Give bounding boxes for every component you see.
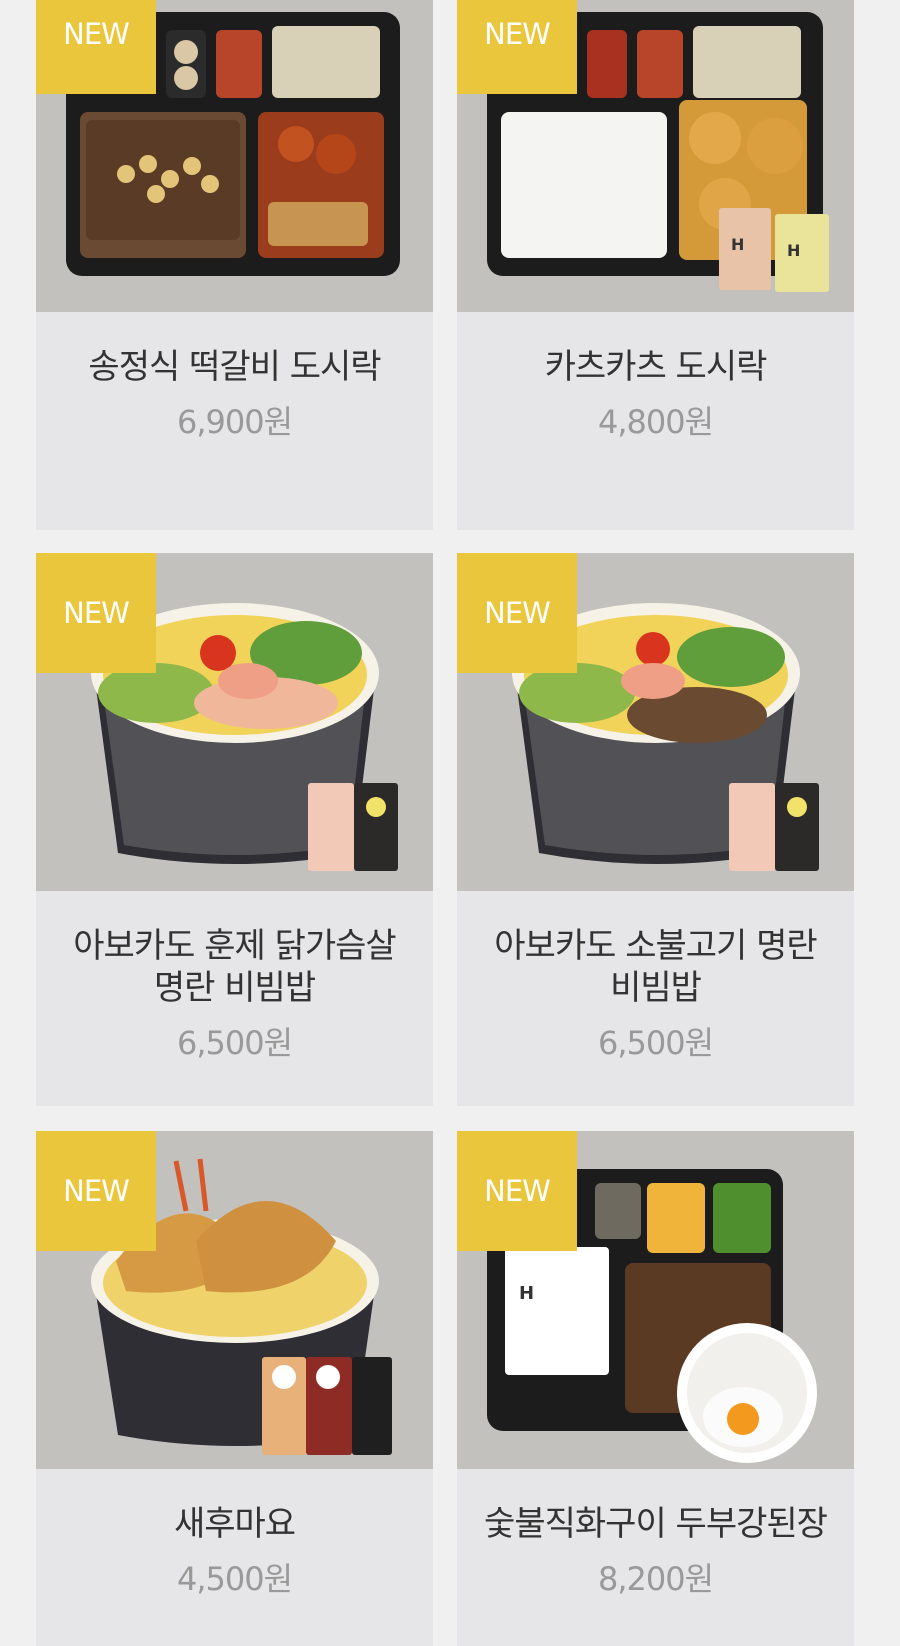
new-badge: NEW xyxy=(36,1131,156,1251)
svg-text:H: H xyxy=(731,235,744,254)
product-card[interactable]: H H NEW 카츠카츠 도시락 4,800원 xyxy=(457,0,854,530)
product-info: 카츠카츠 도시락 4,800원 xyxy=(457,312,854,442)
product-info: 아보카도 훈제 닭가슴살 명란 비빔밥 6,500원 xyxy=(36,891,433,1063)
product-price: 4,500원 xyxy=(176,1560,293,1598)
product-card[interactable]: NEW 아보카도 소불고기 명란 비빔밥 6,500원 xyxy=(457,553,854,1106)
product-name[interactable]: 아보카도 훈제 닭가슴살 명란 비빔밥 xyxy=(55,925,415,1009)
product-info: 숯불직화구이 두부강된장 8,200원 xyxy=(457,1469,854,1599)
new-badge: NEW xyxy=(36,0,156,94)
product-grid: NEW 송정식 떡갈비 도시락 6,900원 H H NEW 카츠카츠 도시락 … xyxy=(0,0,900,1646)
product-name[interactable]: 카츠카츠 도시락 xyxy=(476,346,836,388)
product-price: 6,500원 xyxy=(176,1024,293,1062)
product-price: 6,900원 xyxy=(176,403,293,441)
product-price: 8,200원 xyxy=(597,1560,714,1598)
product-price: 6,500원 xyxy=(597,1024,714,1062)
product-card[interactable]: NEW 새후마요 4,500원 xyxy=(36,1131,433,1646)
product-card[interactable]: H NEW 숯불직화구이 두부강된장 8,200원 xyxy=(457,1131,854,1646)
new-badge: NEW xyxy=(36,553,156,673)
product-name[interactable]: 아보카도 소불고기 명란 비빔밥 xyxy=(476,925,836,1009)
product-name[interactable]: 숯불직화구이 두부강된장 xyxy=(476,1503,836,1545)
new-badge: NEW xyxy=(457,553,577,673)
svg-text:H: H xyxy=(787,241,800,260)
product-info: 송정식 떡갈비 도시락 6,900원 xyxy=(36,312,433,442)
product-card[interactable]: NEW 아보카도 훈제 닭가슴살 명란 비빔밥 6,500원 xyxy=(36,553,433,1106)
new-badge: NEW xyxy=(457,1131,577,1251)
product-info: 새후마요 4,500원 xyxy=(36,1469,433,1599)
product-info: 아보카도 소불고기 명란 비빔밥 6,500원 xyxy=(457,891,854,1063)
product-name[interactable]: 새후마요 xyxy=(55,1503,415,1545)
product-price: 4,800원 xyxy=(597,403,714,441)
new-badge: NEW xyxy=(457,0,577,94)
svg-text:H: H xyxy=(519,1283,534,1304)
product-card[interactable]: NEW 송정식 떡갈비 도시락 6,900원 xyxy=(36,0,433,530)
product-name[interactable]: 송정식 떡갈비 도시락 xyxy=(55,346,415,388)
